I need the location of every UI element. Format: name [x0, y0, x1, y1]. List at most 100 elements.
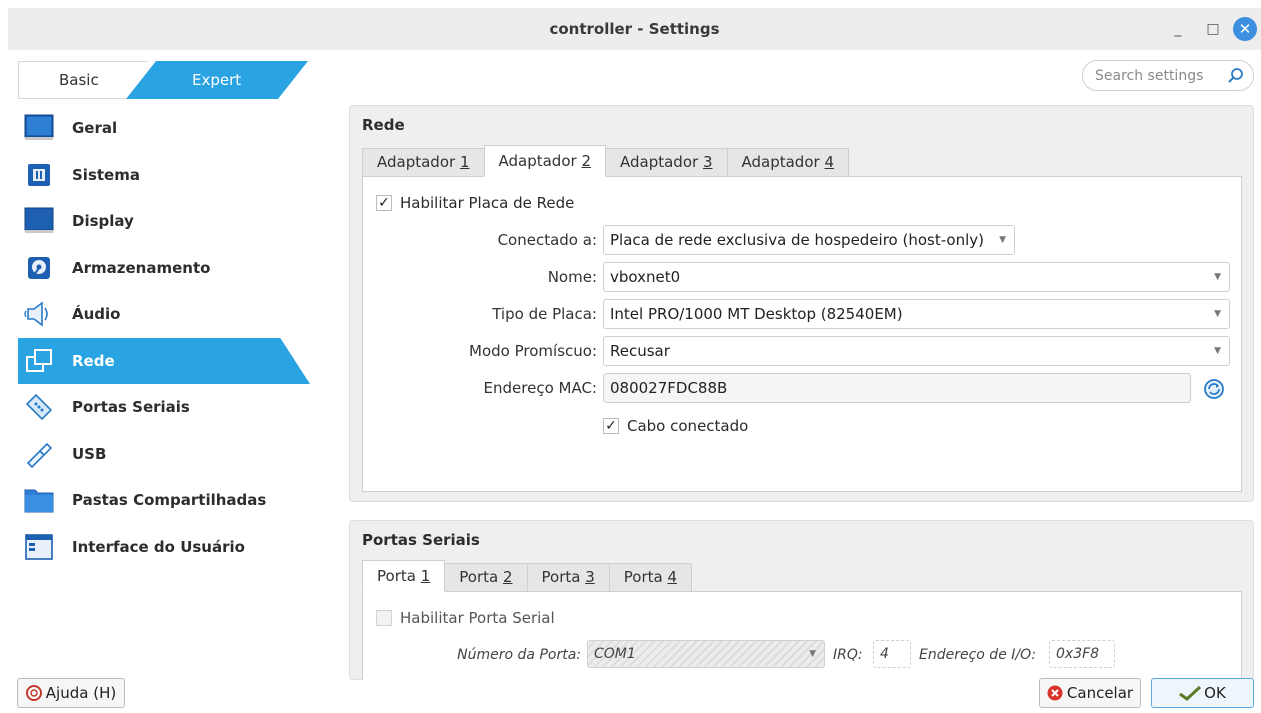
tab-adaptador-4[interactable]: Adaptador 4: [726, 148, 849, 177]
sidebar-item-label: Sistema: [72, 165, 140, 184]
irq-label: IRQ:: [833, 647, 863, 663]
chevron-down-icon: ▼: [999, 235, 1006, 245]
mac-address-field[interactable]: 080027FDC88B: [603, 373, 1191, 403]
tab-key: 4: [667, 568, 677, 586]
irq-field[interactable]: 4: [873, 640, 911, 668]
serial-ports-group-title: Portas Seriais: [362, 531, 480, 549]
usb-icon: [22, 437, 56, 471]
io-address-label: Endereço de I/O:: [919, 647, 1037, 663]
speaker-icon: [22, 297, 56, 331]
system-chip-icon: [22, 158, 56, 192]
cancel-button-label: Cancelar: [1066, 684, 1134, 702]
enable-network-adapter-label: Habilitar Placa de Rede: [400, 194, 575, 212]
checkbox-box: [376, 610, 392, 626]
tab-porta-3[interactable]: Porta 3: [526, 563, 610, 592]
user-interface-icon: [22, 530, 56, 564]
sidebar-item-interface-do-usuario[interactable]: Interface do Usuário: [18, 524, 310, 571]
promiscuous-mode-select[interactable]: Recusar ▼: [603, 336, 1230, 366]
settings-sidebar: Geral Sistema Display Armazenamento Áudi…: [18, 105, 310, 570]
mac-address-value: 080027FDC88B: [610, 379, 728, 397]
tab-label: Porta: [541, 568, 586, 586]
expert-mode-tab[interactable]: Expert: [126, 61, 308, 99]
sidebar-item-label: Portas Seriais: [72, 398, 190, 417]
checkmark-icon: ✓: [376, 195, 392, 211]
mode-switch: Basic Expert: [18, 61, 308, 99]
cable-connected-checkbox[interactable]: ✓ Cabo conectado: [603, 417, 748, 435]
sidebar-item-audio[interactable]: Áudio: [18, 291, 310, 338]
sidebar-item-label: Áudio: [72, 305, 121, 324]
name-value: vboxnet0: [610, 268, 681, 286]
sidebar-item-sistema[interactable]: Sistema: [18, 152, 310, 199]
tab-key: 2: [581, 152, 591, 170]
search-box: [1082, 60, 1254, 91]
promiscuous-mode-value: Recusar: [610, 342, 670, 360]
tab-key: 1: [459, 153, 470, 171]
help-lifebuoy-icon: [25, 685, 42, 701]
sidebar-item-pastas-compartilhadas[interactable]: Pastas Compartilhadas: [18, 477, 310, 524]
tab-porta-2[interactable]: Porta 2: [444, 563, 528, 592]
search-icon[interactable]: [1227, 67, 1245, 85]
sidebar-item-label: Rede: [72, 351, 115, 370]
sidebar-item-usb[interactable]: USB: [18, 431, 310, 478]
chevron-down-icon: ▼: [1214, 309, 1221, 319]
sidebar-item-display[interactable]: Display: [18, 198, 310, 245]
sidebar-item-armazenamento[interactable]: Armazenamento: [18, 245, 310, 292]
tab-label: Adaptador: [620, 153, 703, 171]
tab-label: Adaptador: [741, 153, 825, 171]
basic-mode-tab[interactable]: Basic: [18, 61, 148, 99]
attached-to-value: Placa de rede exclusiva de hospedeiro (h…: [610, 231, 985, 249]
window-title: controller - Settings: [549, 20, 720, 38]
ok-checkmark-icon: [1179, 685, 1202, 701]
adapter-type-label: Tipo de Placa:: [492, 305, 597, 323]
tab-adaptador-1[interactable]: Adaptador 1: [362, 148, 485, 177]
tab-adaptador-2[interactable]: Adaptador 2: [483, 145, 606, 177]
minimize-button[interactable]: _: [1165, 16, 1191, 42]
name-label: Nome:: [547, 268, 597, 286]
serial-ports-group: Portas Seriais Porta 1 Porta 2 Porta 3 P…: [349, 520, 1254, 680]
close-button[interactable]: ✕: [1233, 17, 1257, 41]
mac-address-label: Endereço MAC:: [483, 379, 597, 397]
tab-label: Porta: [377, 567, 421, 585]
name-select[interactable]: vboxnet0 ▼: [603, 262, 1230, 292]
serial-port-icon: [22, 390, 56, 424]
ok-button[interactable]: OK: [1151, 678, 1254, 708]
checkmark-icon: ✓: [603, 418, 619, 434]
cancel-button[interactable]: Cancelar: [1039, 678, 1141, 708]
sidebar-item-portas-seriais[interactable]: Portas Seriais: [18, 384, 310, 431]
port-number-select[interactable]: COM1 ▼: [587, 640, 825, 668]
tab-label: Adaptador: [498, 152, 582, 170]
adapter-tab-page: ✓ Habilitar Placa de Rede Conectado a: P…: [362, 176, 1242, 492]
port-number-value: COM1: [594, 646, 636, 662]
adapter-type-select[interactable]: Intel PRO/1000 MT Desktop (82540EM) ▼: [603, 299, 1230, 329]
tab-porta-4[interactable]: Porta 4: [608, 563, 692, 592]
port-number-label: Número da Porta:: [457, 647, 581, 663]
maximize-button[interactable]: □: [1200, 16, 1226, 42]
sidebar-item-label: Interface do Usuário: [72, 537, 245, 556]
sidebar-item-label: Display: [72, 212, 134, 231]
tab-adaptador-3[interactable]: Adaptador 3: [605, 148, 728, 177]
sidebar-item-geral[interactable]: Geral: [18, 105, 310, 152]
enable-serial-port-label: Habilitar Porta Serial: [400, 609, 555, 627]
attached-to-label: Conectado a:: [497, 231, 597, 249]
sidebar-item-label: Geral: [72, 119, 118, 138]
cancel-icon: [1047, 685, 1063, 701]
adapter-type-value: Intel PRO/1000 MT Desktop (82540EM): [610, 305, 903, 323]
network-group-title: Rede: [362, 116, 405, 134]
adapter-tabs: Adaptador 1 Adaptador 2 Adaptador 3 Adap…: [362, 145, 849, 177]
refresh-mac-icon[interactable]: [1203, 378, 1225, 400]
attached-to-select[interactable]: Placa de rede exclusiva de hospedeiro (h…: [603, 225, 1015, 255]
help-button[interactable]: Ajuda (H): [17, 678, 125, 708]
network-icon: [22, 344, 56, 378]
shared-folder-icon: [22, 483, 56, 517]
sidebar-item-rede[interactable]: Rede: [18, 337, 310, 384]
search-input[interactable]: [1095, 65, 1225, 87]
enable-network-adapter-checkbox[interactable]: ✓ Habilitar Placa de Rede: [376, 194, 574, 212]
sidebar-item-label: Armazenamento: [72, 258, 211, 277]
ok-button-label: OK: [1204, 684, 1226, 702]
io-address-field[interactable]: 0x3F8: [1049, 640, 1115, 668]
tab-label: Porta: [459, 568, 503, 586]
tab-porta-1[interactable]: Porta 1: [362, 560, 446, 592]
tab-label: Porta: [623, 568, 668, 586]
help-button-label: Ajuda (H): [45, 684, 117, 702]
enable-serial-port-checkbox[interactable]: Habilitar Porta Serial: [376, 609, 555, 627]
